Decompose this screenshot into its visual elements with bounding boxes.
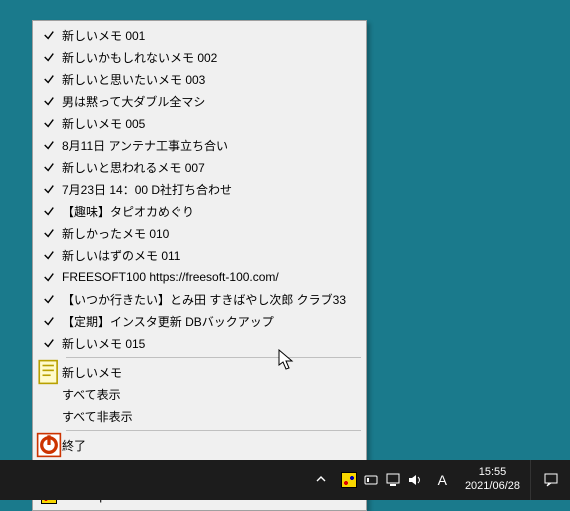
note-item[interactable]: 新しいと思いたいメモ 003 xyxy=(36,68,363,90)
note-icon xyxy=(36,359,62,385)
note-item[interactable]: 男は黙って大ダブル全マシ xyxy=(36,90,363,112)
note-label: 新しかったメモ 010 xyxy=(62,225,359,242)
tray-app-icon[interactable] xyxy=(341,472,357,488)
note-item[interactable]: 新しいメモ 005 xyxy=(36,112,363,134)
note-item[interactable]: 【定期】インスタ更新 DBバックアップ xyxy=(36,310,363,332)
check-icon xyxy=(36,95,62,107)
menu-label: 新しいメモ xyxy=(62,364,359,381)
check-icon xyxy=(36,51,62,63)
exit-icon xyxy=(36,432,62,458)
note-item[interactable]: 新しいメモ 001 xyxy=(36,24,363,46)
check-icon xyxy=(36,271,62,283)
check-icon xyxy=(36,117,62,129)
menu-exit[interactable]: 終了 xyxy=(36,434,363,456)
note-label: 新しいかもしれないメモ 002 xyxy=(62,49,359,66)
tray-icon[interactable] xyxy=(363,472,379,488)
check-icon xyxy=(36,139,62,151)
taskbar-clock[interactable]: 15:55 2021/06/28 xyxy=(455,466,530,494)
note-label: 男は黙って大ダブル全マシ xyxy=(62,93,359,110)
action-center-icon[interactable] xyxy=(530,460,570,500)
note-item[interactable]: 8月11日 アンテナ工事立ち合い xyxy=(36,134,363,156)
note-label: 【定期】インスタ更新 DBバックアップ xyxy=(62,313,359,330)
note-label: 新しいメモ 005 xyxy=(62,115,359,132)
note-label: 新しいメモ 015 xyxy=(62,335,359,352)
volume-icon[interactable] xyxy=(407,472,423,488)
check-icon xyxy=(36,337,62,349)
note-item[interactable]: FREESOFT100 https://freesoft-100.com/ xyxy=(36,266,363,288)
context-menu: 新しいメモ 001 新しいかもしれないメモ 002 新しいと思いたいメモ 003 男は… xyxy=(32,20,367,511)
tray-overflow-chevron-icon[interactable] xyxy=(308,474,334,487)
menu-new-note[interactable]: 新しいメモ xyxy=(36,361,363,383)
note-label: 新しいと思いたいメモ 003 xyxy=(62,71,359,88)
check-icon xyxy=(36,293,62,305)
menu-label: すべて表示 xyxy=(62,386,359,403)
note-item[interactable]: 新しいと思われるメモ 007 xyxy=(36,156,363,178)
menu-hide-all[interactable]: すべて非表示 xyxy=(36,405,363,427)
note-item[interactable]: 新しいかもしれないメモ 002 xyxy=(36,46,363,68)
check-icon xyxy=(36,29,62,41)
check-icon xyxy=(36,161,62,173)
note-label: 新しいメモ 001 xyxy=(62,27,359,44)
clock-date: 2021/06/28 xyxy=(465,480,520,494)
check-icon xyxy=(36,315,62,327)
menu-separator xyxy=(66,430,361,431)
note-item[interactable]: 【いつか行きたい】とみ田 すきばやし次郎 クラブ33 xyxy=(36,288,363,310)
note-list: 新しいメモ 001 新しいかもしれないメモ 002 新しいと思いたいメモ 003 男は… xyxy=(36,24,363,354)
menu-label: すべて非表示 xyxy=(62,408,359,425)
note-item[interactable]: 7月23日 14：00 D社打ち合わせ xyxy=(36,178,363,200)
menu-label: 終了 xyxy=(62,437,359,454)
check-icon xyxy=(36,73,62,85)
check-icon xyxy=(36,249,62,261)
note-label: 8月11日 アンテナ工事立ち合い xyxy=(62,137,359,154)
note-label: 新しいと思われるメモ 007 xyxy=(62,159,359,176)
check-icon xyxy=(36,205,62,217)
check-icon xyxy=(36,227,62,239)
note-item[interactable]: 新しいメモ 015 xyxy=(36,332,363,354)
note-item[interactable]: 【趣味】タピオカめぐり xyxy=(36,200,363,222)
ime-indicator[interactable]: A xyxy=(430,472,455,488)
note-item[interactable]: 新しいはずのメモ 011 xyxy=(36,244,363,266)
clock-time: 15:55 xyxy=(465,466,520,480)
menu-show-all[interactable]: すべて表示 xyxy=(36,383,363,405)
taskbar: A 15:55 2021/06/28 xyxy=(0,460,570,500)
note-label: 【いつか行きたい】とみ田 すきばやし次郎 クラブ33 xyxy=(62,291,359,308)
note-item[interactable]: 新しかったメモ 010 xyxy=(36,222,363,244)
tray-icons xyxy=(334,472,430,488)
note-label: 7月23日 14：00 D社打ち合わせ xyxy=(62,181,359,198)
network-icon[interactable] xyxy=(385,472,401,488)
note-label: 【趣味】タピオカめぐり xyxy=(62,203,359,220)
note-label: FREESOFT100 https://freesoft-100.com/ xyxy=(62,270,359,284)
system-tray: A 15:55 2021/06/28 xyxy=(308,460,570,500)
note-label: 新しいはずのメモ 011 xyxy=(62,247,359,264)
check-icon xyxy=(36,183,62,195)
menu-separator xyxy=(66,357,361,358)
